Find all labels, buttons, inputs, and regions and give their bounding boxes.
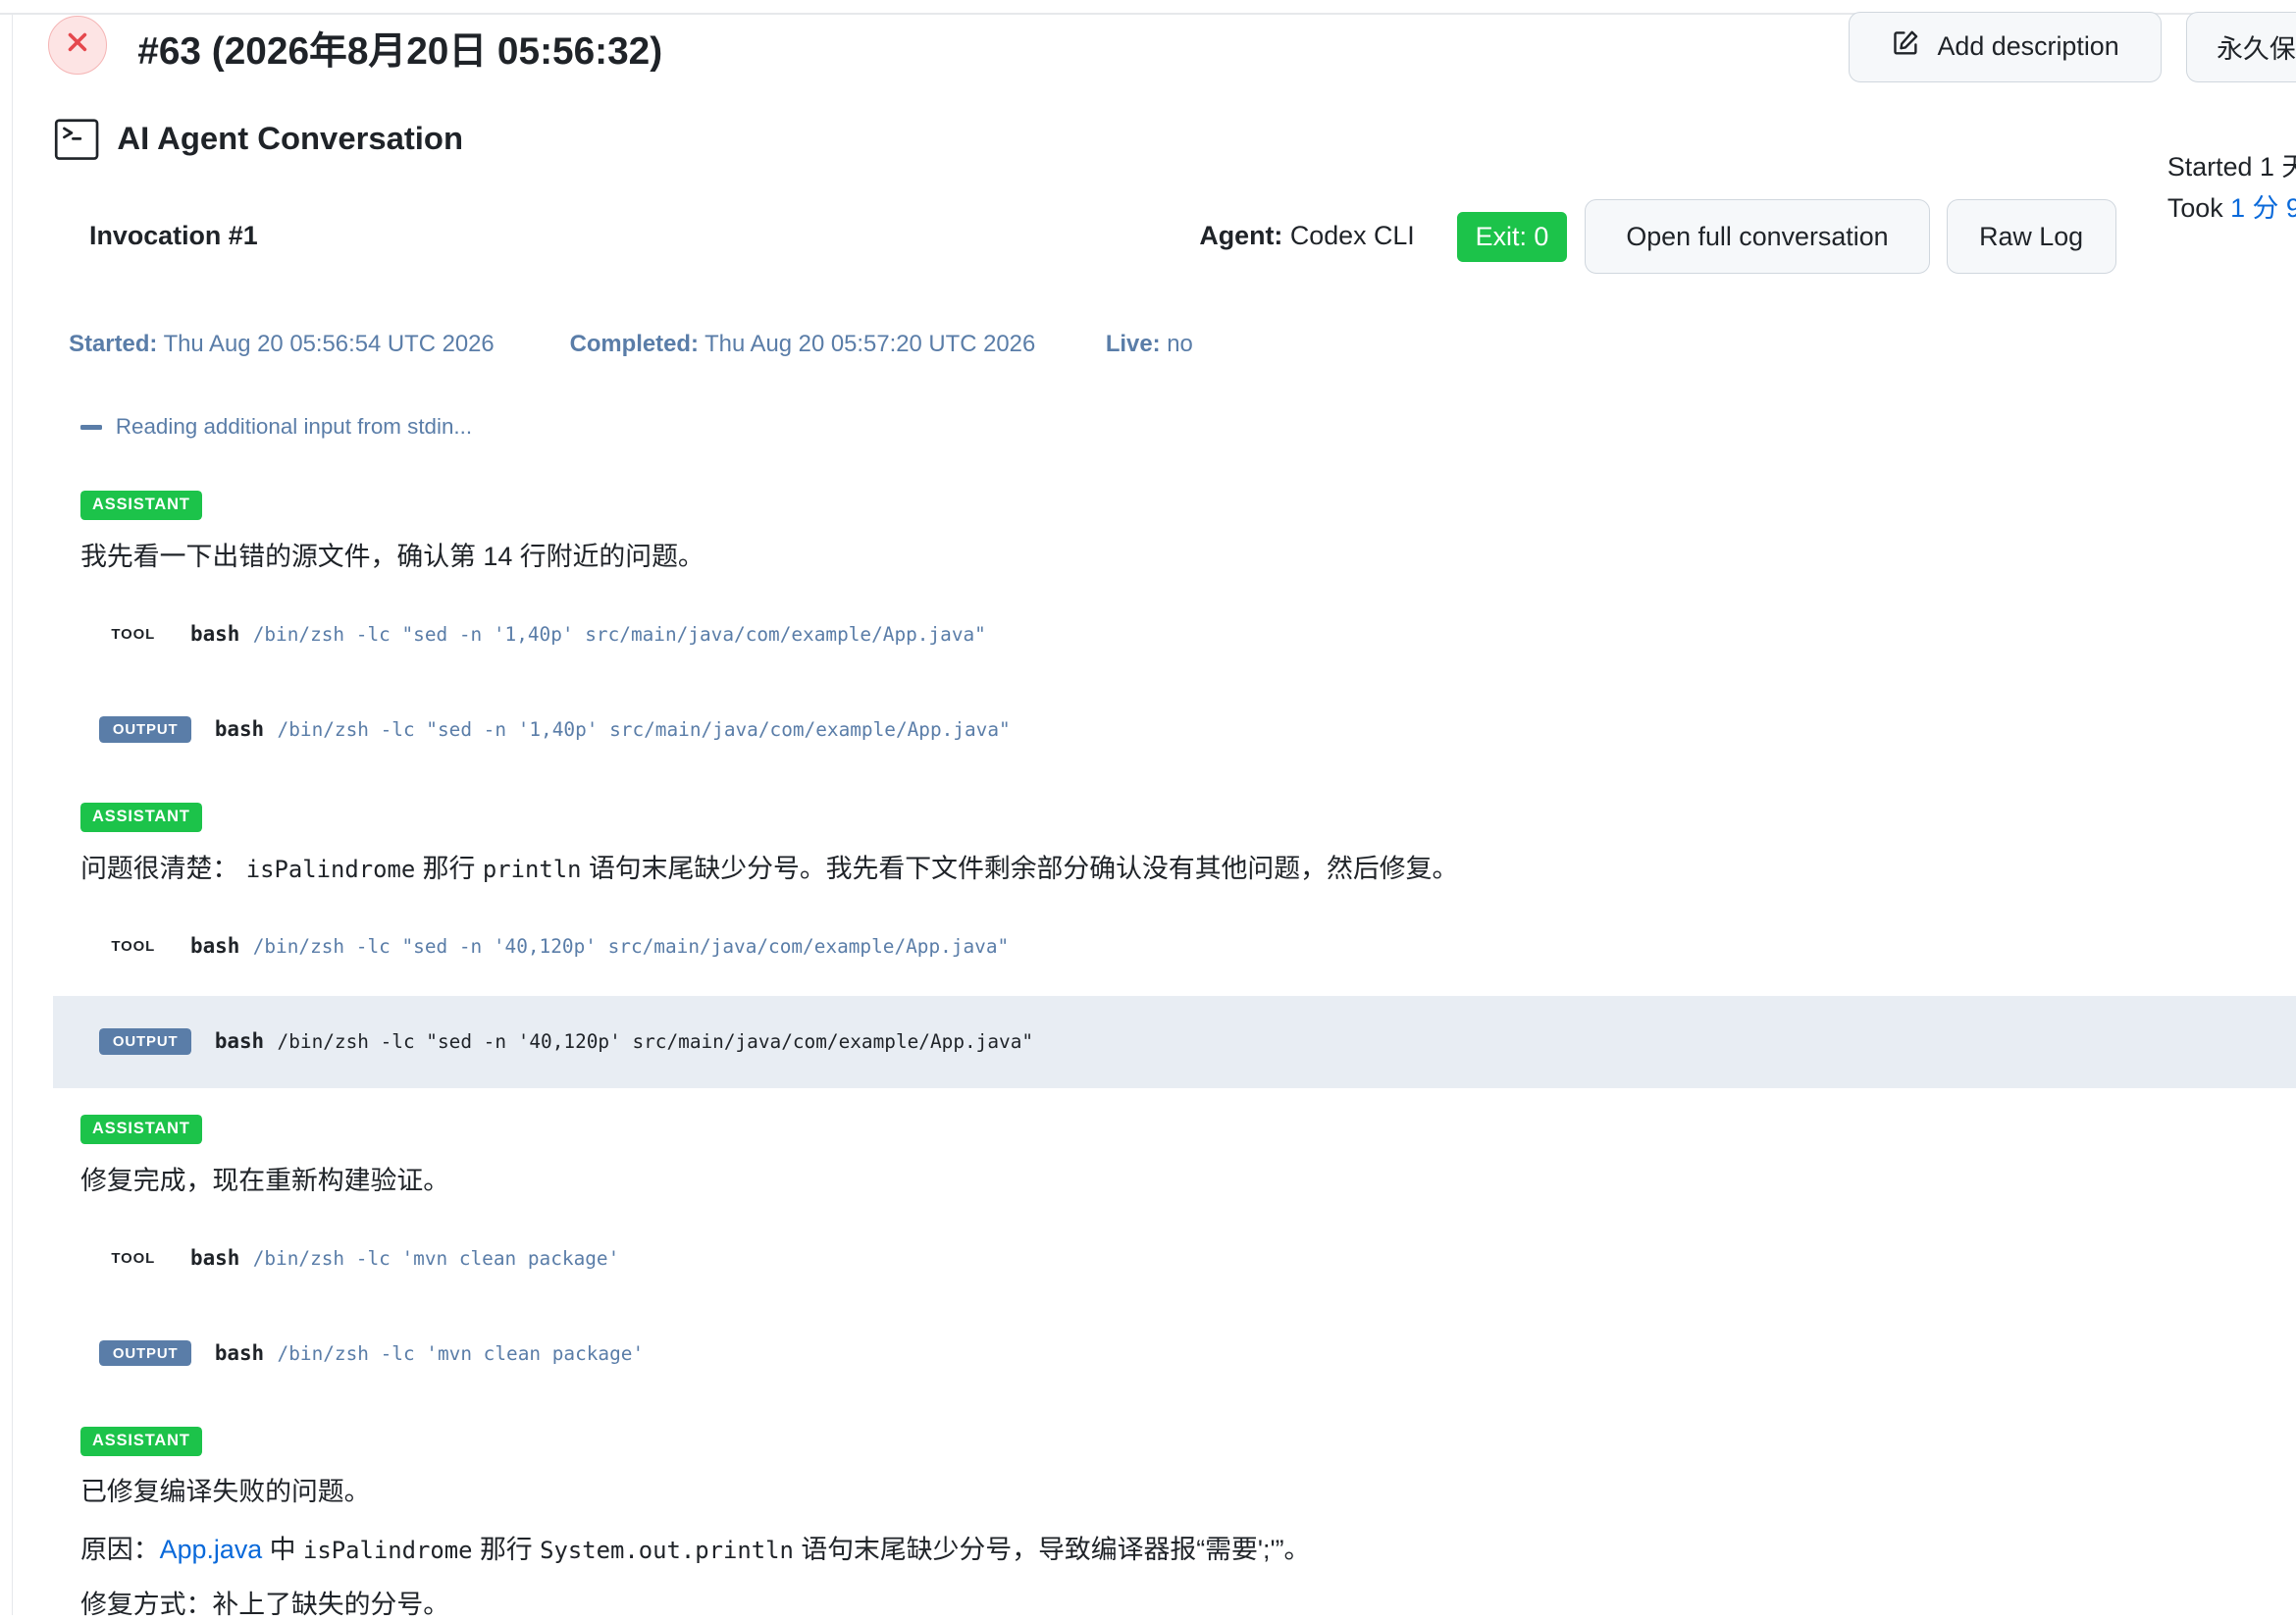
assistant-message: 原因：App.java 中 isPalindrome 那行 System.out… [80,1528,1310,1566]
assistant-message: 修复方式：补上了缺失的分号。 [80,1590,450,1620]
message-text: 那行 [479,1534,533,1564]
agent-info: Agent: Codex CLI [1199,221,1414,251]
add-description-label: Add description [1937,31,2119,62]
assistant-badge: ASSISTANT [80,490,202,520]
tool-call-row: TOOL bash /bin/zsh -lc "sed -n '40,120p'… [80,934,1009,958]
completed-label: Completed: [569,331,699,358]
tool-call-row: TOOL bash /bin/zsh -lc 'mvn clean packag… [80,1246,619,1270]
started-meta: Started: Thu Aug 20 05:56:54 UTC 2026 [69,331,495,358]
command-text: /bin/zsh -lc 'mvn clean package' [277,1341,645,1365]
command-name: bash [190,1246,240,1271]
close-icon [66,30,89,61]
edit-icon [1891,28,1920,65]
keep-forever-button[interactable]: 永久保 [2186,11,2296,82]
left-divider [11,13,14,1616]
message-text: 语句末尾缺少分号。我先看下文件剩余部分确认没有其他问题，然后修复。 [588,853,1459,883]
add-description-button[interactable]: Add description [1848,11,2162,82]
tool-label: TOOL [111,625,156,643]
file-link[interactable]: App.java [160,1535,263,1564]
agent-value: Codex CLI [1289,221,1415,251]
assistant-message: 我先看一下出错的源文件，确认第 14 行附近的问题。 [80,541,704,571]
duration-link[interactable]: 1 分 9 [2230,193,2296,223]
command-text: /bin/zsh -lc "sed -n '1,40p' src/main/ja… [252,622,986,646]
tool-label: TOOL [111,937,156,955]
tool-call-row: TOOL bash /bin/zsh -lc "sed -n '1,40p' s… [80,622,986,647]
build-title: #63 (2026年8月20日 05:56:32) [137,29,663,73]
stdin-note-text: Reading additional input from stdin... [115,414,473,440]
exit-code-badge: Exit: 0 [1457,212,1567,263]
command-text: /bin/zsh -lc "sed -n '40,120p' src/main/… [277,1029,1034,1053]
stdin-note: Reading additional input from stdin... [80,414,472,440]
tool-output-row[interactable]: OUTPUT bash /bin/zsh -lc "sed -n '1,40p'… [80,715,1011,743]
completed-meta: Completed: Thu Aug 20 05:57:20 UTC 2026 [570,331,1036,358]
live-meta: Live: no [1106,331,1193,358]
dash-icon [80,425,103,430]
tool-label: TOOL [111,1249,156,1267]
tool-output-row[interactable]: OUTPUT bash /bin/zsh -lc 'mvn clean pack… [80,1339,645,1367]
assistant-message: 问题很清楚： isPalindrome 那行 println 语句末尾缺少分号。… [80,847,1458,885]
command-name: bash [214,1341,265,1366]
message-text: 语句末尾缺少分号，导致编译器报“需要';'”。 [801,1534,1311,1564]
took-label: Took [2166,192,2231,223]
message-text: 原因： [80,1534,160,1564]
build-status-failed[interactable] [48,16,107,76]
live-value: no [1167,331,1193,358]
raw-log-button[interactable]: Raw Log [1946,198,2116,275]
started-value: Thu Aug 20 05:56:54 UTC 2026 [163,331,495,358]
assistant-message: 已修复编译失败的问题。 [80,1477,371,1507]
command-name: bash [190,934,240,959]
command-text: /bin/zsh -lc "sed -n '40,120p' src/main/… [252,934,1010,958]
open-full-conversation-button[interactable]: Open full conversation [1584,198,1931,275]
agent-label: Agent: [1199,221,1283,251]
live-label: Live: [1105,331,1161,358]
keep-forever-label: 永久保 [2217,34,2296,65]
assistant-badge: ASSISTANT [80,802,202,832]
tool-output-row[interactable]: OUTPUT bash /bin/zsh -lc "sed -n '40,120… [80,1027,1034,1055]
code-span: isPalindrome [302,1536,473,1564]
completed-value: Thu Aug 20 05:57:20 UTC 2026 [704,331,1036,358]
message-text: 中 [269,1534,296,1564]
command-name: bash [190,622,240,647]
code-span: System.out.println [540,1536,794,1564]
code-span: isPalindrome [245,855,416,883]
terminal-icon [54,117,99,169]
section-title: AI Agent Conversation [117,120,464,157]
message-text: 那行 [422,853,476,883]
assistant-badge: ASSISTANT [80,1426,202,1456]
command-text: /bin/zsh -lc 'mvn clean package' [252,1246,620,1270]
command-text: /bin/zsh -lc "sed -n '1,40p' src/main/ja… [277,717,1011,741]
build-started-info: Started 1 天 [2166,151,2296,182]
started-label: Started: [69,331,158,358]
command-name: bash [214,717,265,742]
code-span: println [482,855,582,883]
invocation-title: Invocation #1 [89,221,258,251]
output-badge: OUTPUT [99,1339,191,1367]
assistant-message: 修复完成，现在重新构建验证。 [80,1165,450,1195]
message-text: 问题很清楚： [80,853,239,883]
build-duration-info: Took 1 分 9 [2167,186,2296,225]
output-badge: OUTPUT [99,1027,191,1055]
output-badge: OUTPUT [99,715,191,743]
command-name: bash [214,1029,265,1054]
assistant-badge: ASSISTANT [80,1114,202,1144]
